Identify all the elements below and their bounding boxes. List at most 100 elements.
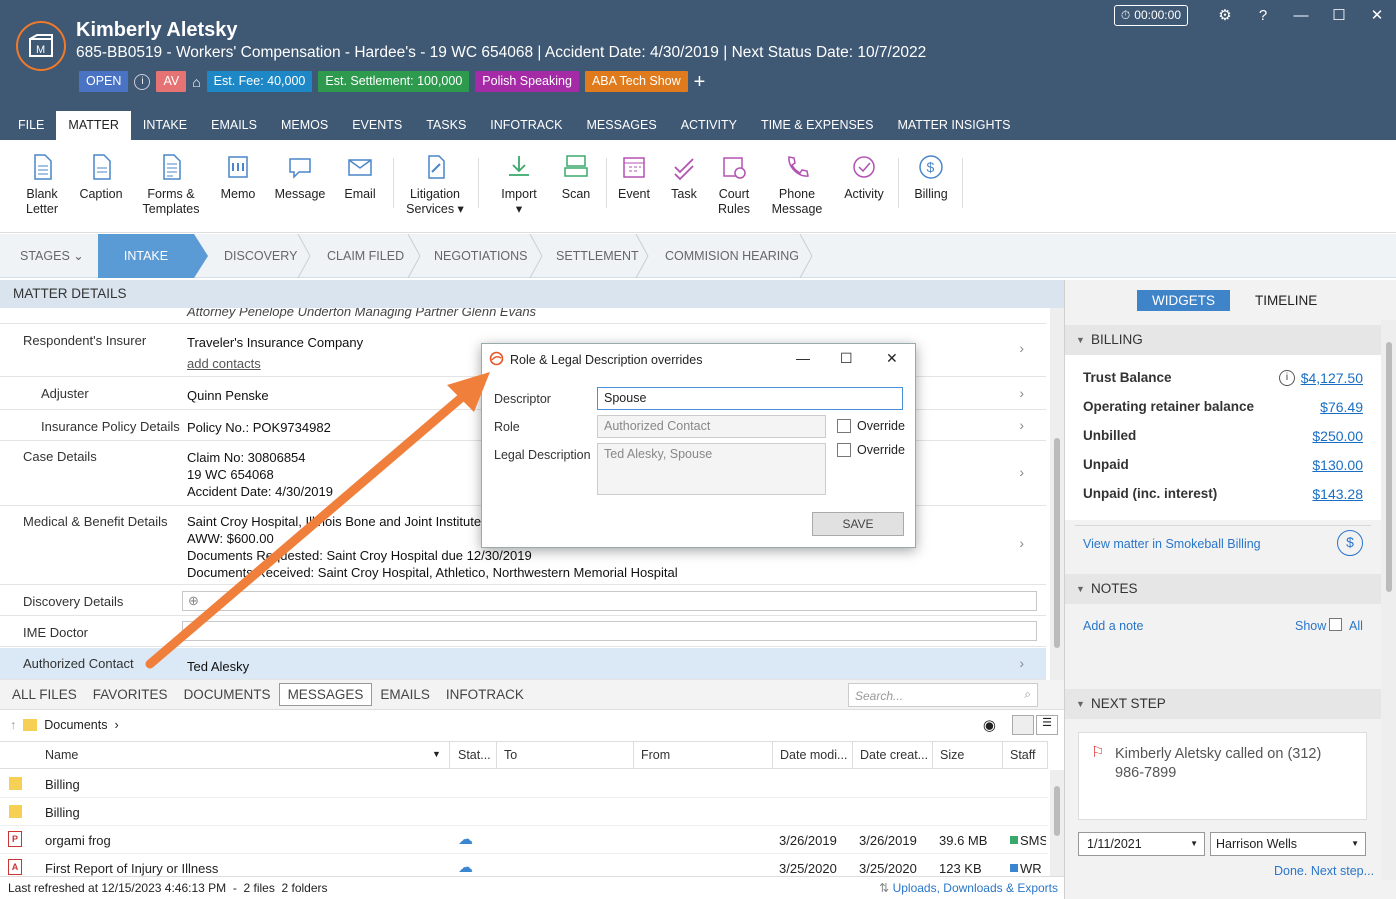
minimize-icon[interactable]: — xyxy=(1282,7,1320,24)
activity-button[interactable]: Activity xyxy=(840,152,888,202)
add-contacts-link[interactable]: add contacts xyxy=(187,355,261,372)
tab-memos[interactable]: MEMOS xyxy=(269,111,340,140)
scrollbar-thumb[interactable] xyxy=(1386,342,1392,592)
folder-view-icon[interactable] xyxy=(1012,715,1034,735)
add-circle-icon[interactable]: ⊕ xyxy=(188,593,199,609)
forms-templates-button[interactable]: Forms & Templates xyxy=(140,152,202,217)
billing-amount-link[interactable]: $130.00 xyxy=(1312,457,1363,473)
tag-av[interactable]: AV xyxy=(156,71,187,92)
tab-intake[interactable]: INTAKE xyxy=(131,111,199,140)
tab-all-files[interactable]: ALL FILES xyxy=(12,684,85,705)
row-ime-doctor[interactable]: IME Doctor xyxy=(0,617,1046,647)
col-status[interactable]: Stat... xyxy=(451,742,497,769)
view-billing-link[interactable]: View matter in Smokeball Billing xyxy=(1083,537,1261,551)
table-row[interactable]: Billing xyxy=(0,770,1048,798)
settings-gear-icon[interactable]: ⚙ xyxy=(1206,6,1244,24)
tab-infotrack[interactable]: INFOTRACK xyxy=(478,111,574,140)
table-row[interactable]: P orgami frog ☁ 3/26/2019 3/26/2019 39.6… xyxy=(0,826,1048,854)
files-scrollbar[interactable] xyxy=(1050,770,1064,876)
tab-file[interactable]: FILE xyxy=(0,111,56,140)
tab-documents[interactable]: DOCUMENTS xyxy=(176,684,279,705)
task-button[interactable]: Task xyxy=(664,152,704,202)
legal-override-checkbox[interactable]: Override xyxy=(837,443,905,457)
save-button[interactable]: SAVE xyxy=(812,512,904,536)
chevron-right-icon[interactable]: › xyxy=(114,718,118,732)
chevron-right-icon[interactable]: › xyxy=(1019,417,1024,433)
search-icon[interactable]: ⌕ xyxy=(1024,687,1031,702)
col-date-created[interactable]: Date creat... xyxy=(853,742,933,769)
event-button[interactable]: Event xyxy=(614,152,654,202)
tab-emails-files[interactable]: EMAILS xyxy=(372,684,438,705)
tab-widgets[interactable]: WIDGETS xyxy=(1137,290,1230,311)
message-button[interactable]: Message xyxy=(274,152,326,202)
col-to[interactable]: To xyxy=(497,742,634,769)
billing-button[interactable]: $ Billing xyxy=(910,152,952,202)
row-authorized-contact[interactable]: Authorized Contact Ted Alesky › xyxy=(0,648,1046,680)
court-rules-button[interactable]: Court Rules xyxy=(714,152,754,217)
import-button[interactable]: Import ▾ xyxy=(496,152,542,217)
litigation-services-button[interactable]: Litigation Services ▾ xyxy=(404,152,466,217)
legal-description-textarea[interactable]: Ted Alesky, Spouse xyxy=(597,443,826,495)
next-step-staff-select[interactable]: Harrison Wells ▼ xyxy=(1210,832,1366,856)
notes-section-header[interactable]: ▼ NOTES xyxy=(1065,574,1381,604)
help-icon[interactable]: ? xyxy=(1244,7,1282,24)
col-size[interactable]: Size xyxy=(933,742,1003,769)
chevron-right-icon[interactable]: › xyxy=(1019,535,1024,551)
col-staff[interactable]: Staff xyxy=(1003,742,1048,769)
row-discovery-details[interactable]: Discovery Details ⊕ xyxy=(0,586,1046,616)
tag-aba-tech-show[interactable]: ABA Tech Show xyxy=(584,71,688,92)
tab-activity[interactable]: ACTIVITY xyxy=(669,111,749,140)
discovery-input[interactable]: ⊕ xyxy=(182,591,1037,611)
tag-polish-speaking[interactable]: Polish Speaking xyxy=(475,71,579,92)
billing-amount-link[interactable]: $4,127.50 xyxy=(1301,370,1363,386)
tab-events[interactable]: EVENTS xyxy=(340,111,414,140)
add-tag-icon[interactable]: + xyxy=(694,72,706,92)
uploads-link[interactable]: ⇅ Uploads, Downloads & Exports xyxy=(879,881,1058,895)
ime-doctor-input[interactable] xyxy=(182,621,1037,641)
next-step-card[interactable]: ⚐ Kimberly Aletsky called on (312) 986-7… xyxy=(1078,732,1367,820)
col-from[interactable]: From xyxy=(634,742,773,769)
col-name[interactable]: Name xyxy=(38,742,450,769)
dollar-circle-icon[interactable]: $ xyxy=(1337,530,1363,556)
add-note-link[interactable]: Add a note xyxy=(1083,619,1143,633)
preview-eye-icon[interactable]: ◉ xyxy=(983,716,996,734)
breadcrumb-documents[interactable]: Documents xyxy=(44,718,107,732)
tab-time-expenses[interactable]: TIME & EXPENSES xyxy=(749,111,886,140)
maximize-icon[interactable]: ☐ xyxy=(840,350,853,367)
show-all-checkbox[interactable] xyxy=(1329,618,1342,631)
tag-est-settlement[interactable]: Est. Settlement: 100,000 xyxy=(318,71,470,92)
scrollbar-thumb[interactable] xyxy=(1054,786,1060,836)
chevron-right-icon[interactable]: › xyxy=(1019,340,1024,356)
files-search-input[interactable]: Search... ⌕ xyxy=(848,683,1038,707)
close-icon[interactable]: ✕ xyxy=(886,350,898,367)
list-view-icon[interactable]: ☰ xyxy=(1036,715,1058,735)
role-override-checkbox[interactable]: Override xyxy=(837,419,905,433)
chevron-right-icon[interactable]: › xyxy=(1019,464,1024,480)
scan-button[interactable]: Scan xyxy=(556,152,596,202)
tab-tasks[interactable]: TASKS xyxy=(414,111,478,140)
col-date-modified[interactable]: Date modi... xyxy=(773,742,853,769)
memo-button[interactable]: Memo xyxy=(218,152,258,202)
billing-section-header[interactable]: ▼ BILLING xyxy=(1065,325,1381,355)
next-step-date-select[interactable]: 1/11/2021 ▼ xyxy=(1078,832,1205,856)
tab-favorites[interactable]: FAVORITES xyxy=(85,684,176,705)
info-circle-icon[interactable]: i xyxy=(1279,370,1295,386)
done-next-step-link[interactable]: Done. Next step... xyxy=(1274,864,1374,878)
tab-messages[interactable]: MESSAGES xyxy=(575,111,669,140)
blank-letter-button[interactable]: Blank Letter xyxy=(22,152,62,217)
close-icon[interactable]: ✕ xyxy=(1358,6,1396,24)
caption-button[interactable]: Caption xyxy=(78,152,124,202)
up-arrow-icon[interactable]: ↑ xyxy=(10,718,16,732)
billing-amount-link[interactable]: $250.00 xyxy=(1312,428,1363,444)
details-scrollbar[interactable] xyxy=(1050,308,1064,680)
role-input[interactable]: Authorized Contact xyxy=(597,415,826,438)
descriptor-input[interactable]: Spouse xyxy=(597,387,903,410)
tag-open[interactable]: OPEN xyxy=(79,71,129,92)
tab-messages-files[interactable]: MESSAGES xyxy=(278,683,373,706)
tab-emails[interactable]: EMAILS xyxy=(199,111,269,140)
tab-timeline[interactable]: TIMELINE xyxy=(1240,290,1332,311)
scrollbar-thumb[interactable] xyxy=(1054,438,1060,648)
sort-down-icon[interactable]: ▼ xyxy=(432,749,441,759)
next-step-section-header[interactable]: ▼ NEXT STEP xyxy=(1065,689,1381,719)
phone-message-button[interactable]: Phone Message xyxy=(768,152,826,217)
